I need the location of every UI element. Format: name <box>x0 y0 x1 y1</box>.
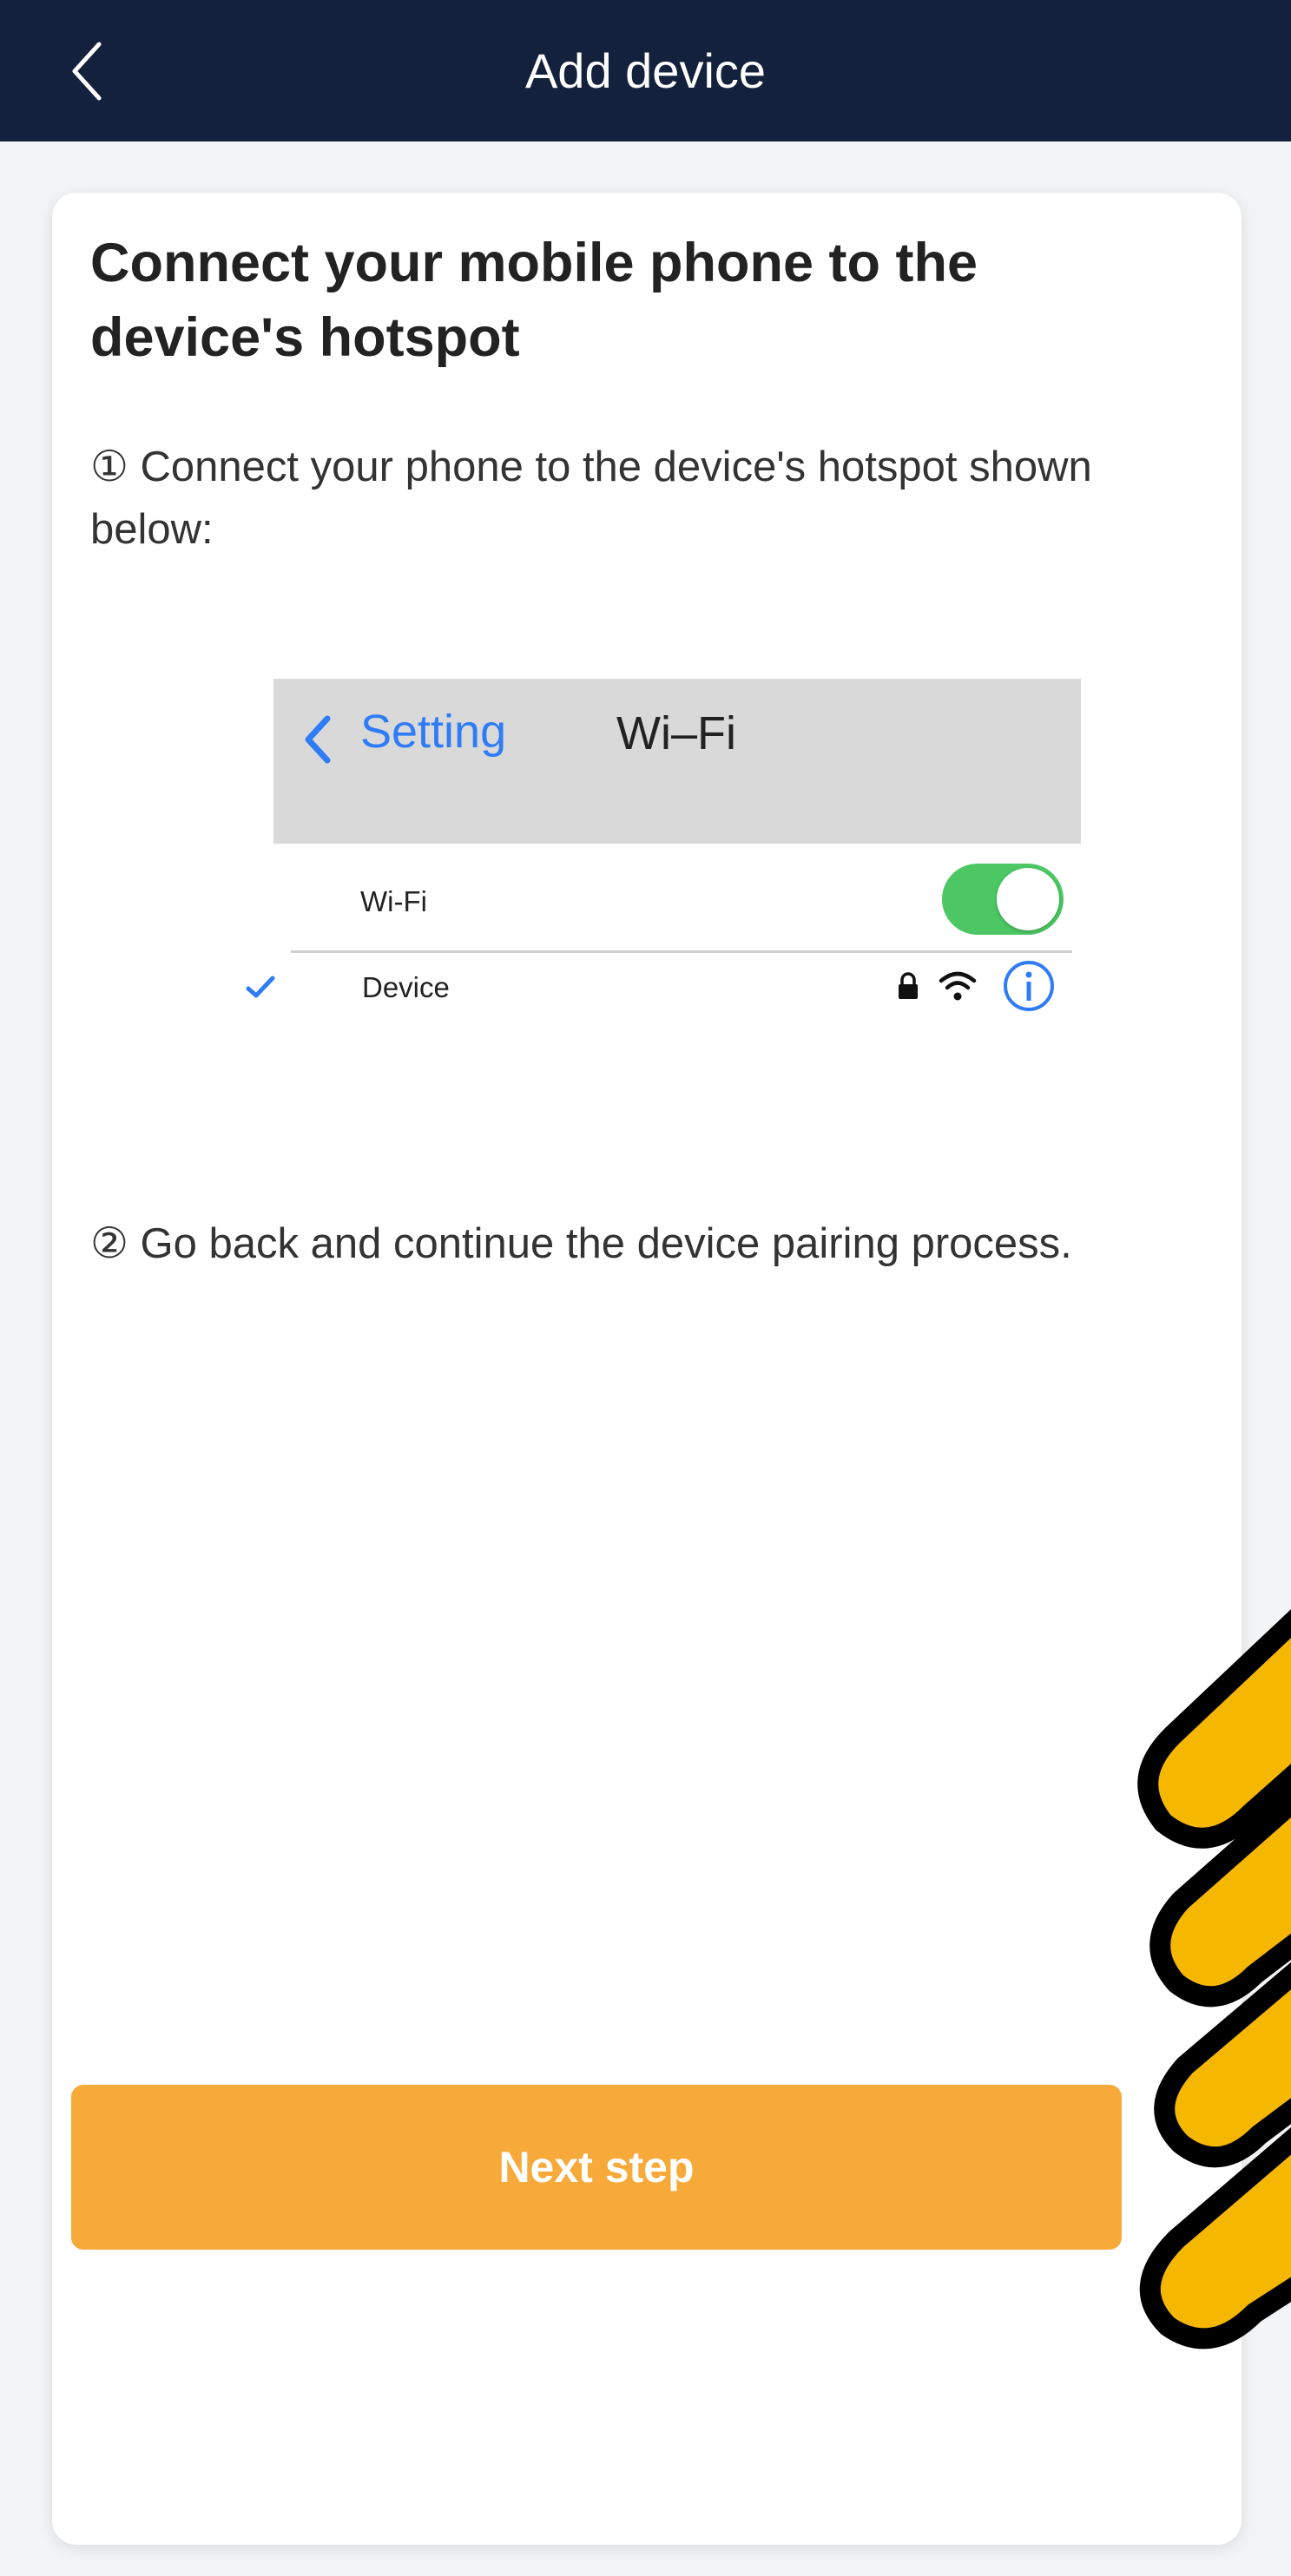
next-step-button[interactable]: Next step <box>71 2085 1122 2250</box>
top-app-bar: Add device <box>0 0 1291 141</box>
wifi-row-label: Wi-Fi <box>360 885 427 917</box>
step-one-text: ① Connect your phone to the device's hot… <box>90 444 1092 553</box>
illustration-header: Setting Wi–Fi <box>273 679 1081 844</box>
info-icon <box>1004 961 1054 1011</box>
wifi-settings-illustration: Setting Wi–Fi Wi-Fi Device <box>221 679 1081 1078</box>
wifi-screen-title: Wi–Fi <box>616 707 736 759</box>
step-two-text: ② Go back and continue the device pairin… <box>90 1220 1072 1267</box>
page-title: Add device <box>524 43 767 98</box>
network-name-label: Device <box>362 971 450 1003</box>
check-icon <box>246 976 275 998</box>
toggle-knob <box>997 868 1059 930</box>
section-heading: Connect your mobile phone to the device'… <box>90 233 978 368</box>
wifi-toggle <box>942 864 1064 935</box>
chevron-left-icon <box>305 715 331 764</box>
lock-icon <box>899 972 918 999</box>
wifi-signal-icon <box>939 971 977 1001</box>
settings-back-label: Setting <box>360 706 507 758</box>
divider <box>291 950 1072 953</box>
